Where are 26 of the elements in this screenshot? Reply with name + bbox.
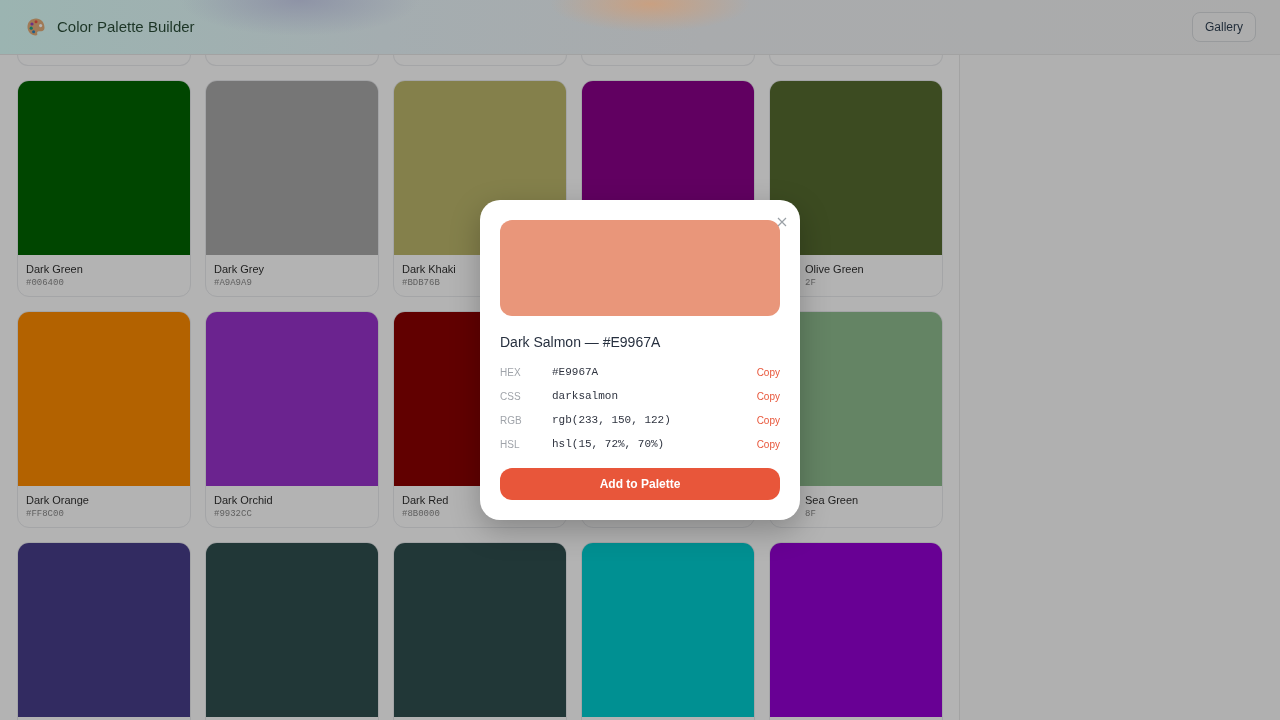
color-name: Dark Red [402, 494, 450, 506]
color-name: Sea Green [805, 494, 860, 506]
format-value: #E9967A [552, 364, 600, 380]
color-hex: #9932CC [214, 509, 253, 520]
format-label: HSL [500, 437, 521, 452]
format-label: RGB [500, 413, 523, 428]
format-value: darksalmon [552, 388, 619, 404]
app-title: Color Palette Builder [57, 16, 195, 37]
color-hex: #BDB76B [402, 278, 441, 289]
format-label: CSS [500, 389, 522, 404]
color-name: Dark Orange [26, 494, 90, 506]
color-name: Olive Green [805, 263, 865, 275]
color-name: Dark Green [26, 263, 84, 275]
color-name: Dark Grey [214, 263, 266, 275]
format-value: hsl(15, 72%, 70%) [552, 436, 666, 452]
color-hex: 8F [805, 509, 817, 520]
color-name: Dark Orchid [214, 494, 274, 506]
dialog-title: Dark Salmon — #E9967A [500, 333, 662, 352]
color-hex: 2F [805, 278, 817, 289]
color-hex: #006400 [26, 278, 65, 289]
color-hex: #A9A9A9 [214, 278, 253, 289]
format-value: rgb(233, 150, 122) [552, 412, 672, 428]
format-label: HEX [500, 365, 522, 380]
color-name: Dark Khaki [402, 263, 457, 275]
color-hex: #FF8C00 [26, 509, 65, 520]
color-hex: #8B0000 [402, 509, 441, 520]
